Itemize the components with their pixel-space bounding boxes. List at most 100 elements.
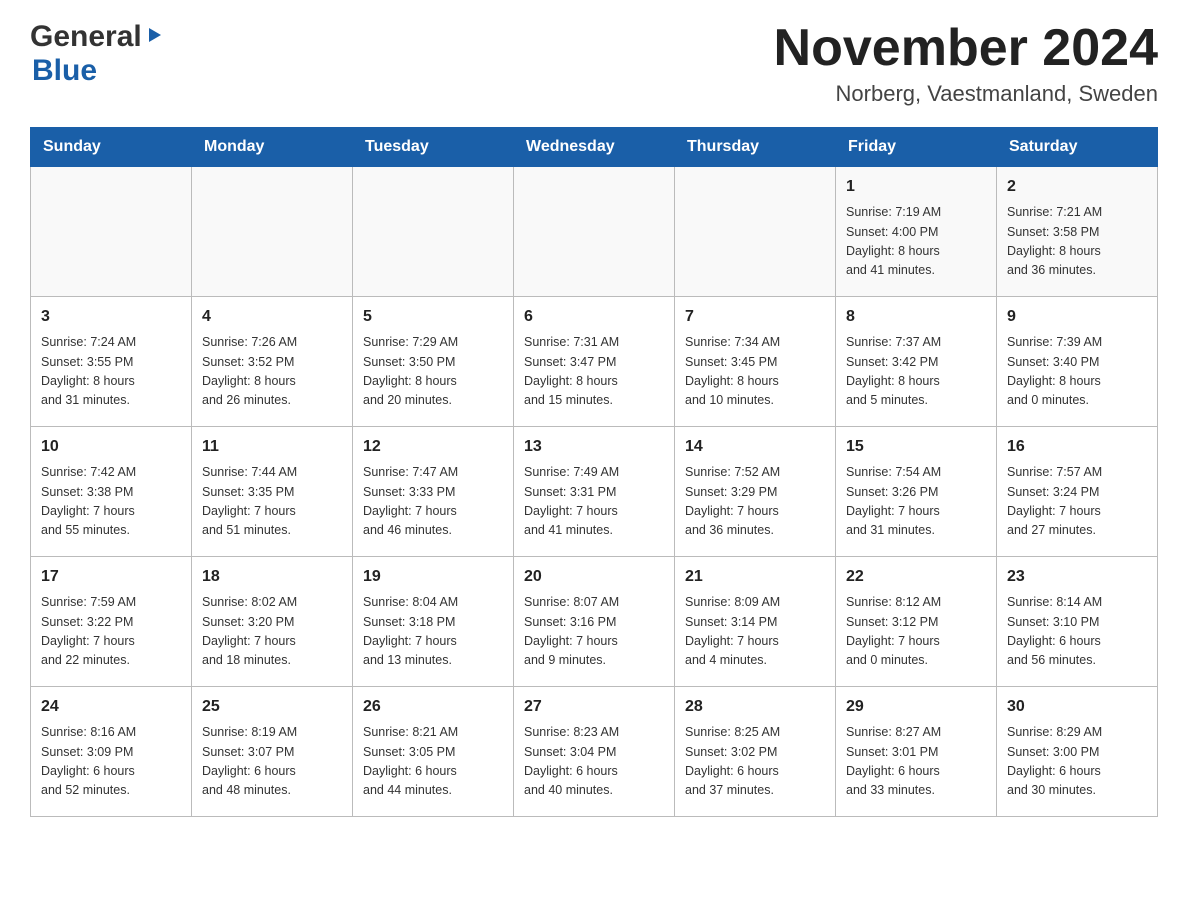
calendar-day-cell: 15 Sunrise: 7:54 AMSunset: 3:26 PMDayligh… xyxy=(836,427,997,557)
calendar-day-cell: 21Sunrise: 8:09 AMSunset: 3:14 PMDayligh… xyxy=(675,557,836,687)
day-info: Sunrise: 7:19 AMSunset: 4:00 PMDaylight:… xyxy=(846,203,986,281)
location-subtitle: Norberg, Vaestmanland, Sweden xyxy=(774,81,1158,107)
logo-general: General xyxy=(30,20,142,54)
calendar-day-cell: 9Sunrise: 7:39 AMSunset: 3:40 PMDaylight… xyxy=(997,297,1158,427)
calendar-day-cell: 18Sunrise: 8:02 AMSunset: 3:20 PMDayligh… xyxy=(192,557,353,687)
calendar-week-row: 24 Sunrise: 8:16 AMSunset: 3:09 PMDayligh… xyxy=(31,687,1158,817)
day-info: Sunrise: 7:57 AMSunset: 3:24 PMDaylight:… xyxy=(1007,463,1147,541)
calendar-day-cell: 19Sunrise: 8:04 AMSunset: 3:18 PMDayligh… xyxy=(353,557,514,687)
day-number: 14 xyxy=(685,435,825,459)
day-number: 19 xyxy=(363,565,503,589)
calendar-day-cell: 8 Sunrise: 7:37 AMSunset: 3:42 PMDaylight… xyxy=(836,297,997,427)
day-info: Sunrise: 7:26 AMSunset: 3:52 PMDaylight:… xyxy=(202,333,342,411)
day-number: 6 xyxy=(524,305,664,329)
day-number: 23 xyxy=(1007,565,1147,589)
calendar-day-cell: 13 Sunrise: 7:49 AMSunset: 3:31 PMDayligh… xyxy=(514,427,675,557)
calendar-day-cell: 11 Sunrise: 7:44 AMSunset: 3:35 PMDayligh… xyxy=(192,427,353,557)
calendar-table: Sunday Monday Tuesday Wednesday Thursday… xyxy=(30,127,1158,817)
day-number: 1 xyxy=(846,175,986,199)
calendar-day-cell: 6 Sunrise: 7:31 AMSunset: 3:47 PMDaylight… xyxy=(514,297,675,427)
day-info: Sunrise: 7:44 AMSunset: 3:35 PMDaylight:… xyxy=(202,463,342,541)
calendar-day-cell: 22 Sunrise: 8:12 AMSunset: 3:12 PMDayligh… xyxy=(836,557,997,687)
day-number: 4 xyxy=(202,305,342,329)
day-number: 15 xyxy=(846,435,986,459)
logo: General Blue xyxy=(30,20,163,88)
day-number: 10 xyxy=(41,435,181,459)
calendar-day-cell: 1 Sunrise: 7:19 AMSunset: 4:00 PMDaylight… xyxy=(836,167,997,297)
calendar-day-cell: 16 Sunrise: 7:57 AMSunset: 3:24 PMDayligh… xyxy=(997,427,1158,557)
day-info: Sunrise: 8:12 AMSunset: 3:12 PMDaylight:… xyxy=(846,593,986,671)
col-sunday: Sunday xyxy=(31,128,192,167)
day-number: 11 xyxy=(202,435,342,459)
day-number: 5 xyxy=(363,305,503,329)
day-number: 7 xyxy=(685,305,825,329)
logo-blue: Blue xyxy=(32,54,97,88)
day-info: Sunrise: 7:31 AMSunset: 3:47 PMDaylight:… xyxy=(524,333,664,411)
day-number: 30 xyxy=(1007,695,1147,719)
calendar-week-row: 17 Sunrise: 7:59 AMSunset: 3:22 PMDayligh… xyxy=(31,557,1158,687)
day-info: Sunrise: 8:16 AMSunset: 3:09 PMDaylight:… xyxy=(41,723,181,801)
day-info: Sunrise: 7:24 AMSunset: 3:55 PMDaylight:… xyxy=(41,333,181,411)
day-number: 29 xyxy=(846,695,986,719)
day-number: 26 xyxy=(363,695,503,719)
day-info: Sunrise: 7:59 AMSunset: 3:22 PMDaylight:… xyxy=(41,593,181,671)
calendar-week-row: 3 Sunrise: 7:24 AMSunset: 3:55 PMDaylight… xyxy=(31,297,1158,427)
day-info: Sunrise: 7:47 AMSunset: 3:33 PMDaylight:… xyxy=(363,463,503,541)
calendar-day-cell: 4 Sunrise: 7:26 AMSunset: 3:52 PMDaylight… xyxy=(192,297,353,427)
calendar-day-cell: 5 Sunrise: 7:29 AMSunset: 3:50 PMDaylight… xyxy=(353,297,514,427)
calendar-day-cell: 12 Sunrise: 7:47 AMSunset: 3:33 PMDayligh… xyxy=(353,427,514,557)
calendar-day-cell: 23 Sunrise: 8:14 AMSunset: 3:10 PMDayligh… xyxy=(997,557,1158,687)
day-number: 17 xyxy=(41,565,181,589)
day-number: 16 xyxy=(1007,435,1147,459)
day-info: Sunrise: 8:19 AMSunset: 3:07 PMDaylight:… xyxy=(202,723,342,801)
day-number: 13 xyxy=(524,435,664,459)
calendar-day-cell xyxy=(31,167,192,297)
day-info: Sunrise: 8:07 AMSunset: 3:16 PMDaylight:… xyxy=(524,593,664,671)
calendar-day-cell: 20 Sunrise: 8:07 AMSunset: 3:16 PMDayligh… xyxy=(514,557,675,687)
day-number: 22 xyxy=(846,565,986,589)
day-info: Sunrise: 7:34 AMSunset: 3:45 PMDaylight:… xyxy=(685,333,825,411)
day-info: Sunrise: 7:49 AMSunset: 3:31 PMDaylight:… xyxy=(524,463,664,541)
col-saturday: Saturday xyxy=(997,128,1158,167)
calendar-day-cell: 25 Sunrise: 8:19 AMSunset: 3:07 PMDayligh… xyxy=(192,687,353,817)
day-info: Sunrise: 7:37 AMSunset: 3:42 PMDaylight:… xyxy=(846,333,986,411)
day-number: 3 xyxy=(41,305,181,329)
month-title: November 2024 xyxy=(774,20,1158,77)
calendar-day-cell: 28 Sunrise: 8:25 AMSunset: 3:02 PMDayligh… xyxy=(675,687,836,817)
calendar-header-row: Sunday Monday Tuesday Wednesday Thursday… xyxy=(31,128,1158,167)
calendar-week-row: 10 Sunrise: 7:42 AMSunset: 3:38 PMDayligh… xyxy=(31,427,1158,557)
day-info: Sunrise: 7:54 AMSunset: 3:26 PMDaylight:… xyxy=(846,463,986,541)
day-info: Sunrise: 8:25 AMSunset: 3:02 PMDaylight:… xyxy=(685,723,825,801)
day-number: 20 xyxy=(524,565,664,589)
calendar-day-cell: 27 Sunrise: 8:23 AMSunset: 3:04 PMDayligh… xyxy=(514,687,675,817)
day-number: 24 xyxy=(41,695,181,719)
calendar-day-cell: 29 Sunrise: 8:27 AMSunset: 3:01 PMDayligh… xyxy=(836,687,997,817)
day-info: Sunrise: 7:21 AMSunset: 3:58 PMDaylight:… xyxy=(1007,203,1147,281)
day-info: Sunrise: 8:29 AMSunset: 3:00 PMDaylight:… xyxy=(1007,723,1147,801)
day-info: Sunrise: 8:23 AMSunset: 3:04 PMDaylight:… xyxy=(524,723,664,801)
day-number: 9 xyxy=(1007,305,1147,329)
logo-arrow-icon xyxy=(145,26,163,49)
calendar-week-row: 1 Sunrise: 7:19 AMSunset: 4:00 PMDaylight… xyxy=(31,167,1158,297)
day-number: 8 xyxy=(846,305,986,329)
day-number: 2 xyxy=(1007,175,1147,199)
calendar-day-cell: 2 Sunrise: 7:21 AMSunset: 3:58 PMDaylight… xyxy=(997,167,1158,297)
title-section: November 2024 Norberg, Vaestmanland, Swe… xyxy=(774,20,1158,107)
col-friday: Friday xyxy=(836,128,997,167)
calendar-day-cell: 10 Sunrise: 7:42 AMSunset: 3:38 PMDayligh… xyxy=(31,427,192,557)
day-info: Sunrise: 8:21 AMSunset: 3:05 PMDaylight:… xyxy=(363,723,503,801)
day-info: Sunrise: 8:09 AMSunset: 3:14 PMDaylight:… xyxy=(685,593,825,671)
day-info: Sunrise: 8:14 AMSunset: 3:10 PMDaylight:… xyxy=(1007,593,1147,671)
calendar-day-cell xyxy=(514,167,675,297)
day-info: Sunrise: 8:27 AMSunset: 3:01 PMDaylight:… xyxy=(846,723,986,801)
day-number: 18 xyxy=(202,565,342,589)
calendar-day-cell: 14Sunrise: 7:52 AMSunset: 3:29 PMDayligh… xyxy=(675,427,836,557)
calendar-day-cell xyxy=(353,167,514,297)
day-number: 12 xyxy=(363,435,503,459)
calendar-day-cell: 7 Sunrise: 7:34 AMSunset: 3:45 PMDaylight… xyxy=(675,297,836,427)
day-number: 25 xyxy=(202,695,342,719)
day-info: Sunrise: 7:29 AMSunset: 3:50 PMDaylight:… xyxy=(363,333,503,411)
day-info: Sunrise: 7:42 AMSunset: 3:38 PMDaylight:… xyxy=(41,463,181,541)
day-number: 27 xyxy=(524,695,664,719)
day-number: 28 xyxy=(685,695,825,719)
